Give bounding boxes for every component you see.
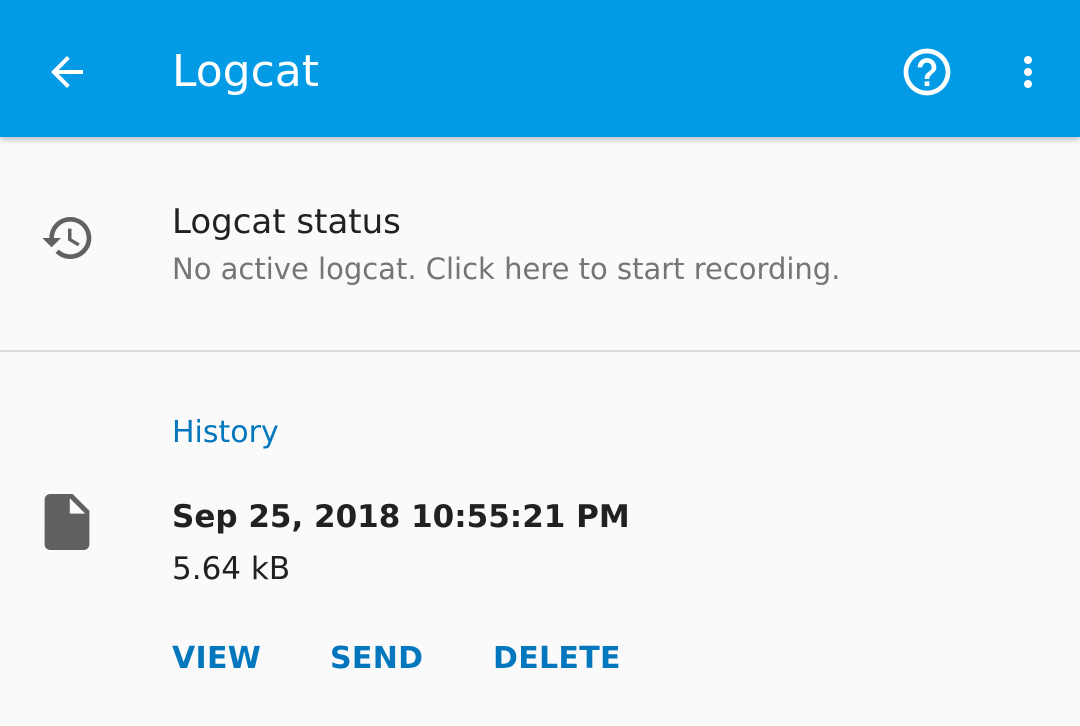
status-title: Logcat status <box>172 202 401 242</box>
logcat-status-row[interactable]: Logcat status No active logcat. Click he… <box>0 138 1080 350</box>
file-icon <box>44 494 90 550</box>
history-item-date: Sep 25, 2018 10:55:21 PM <box>172 499 630 535</box>
back-button[interactable] <box>35 40 99 104</box>
history-header: History <box>172 415 279 450</box>
overflow-menu-button[interactable] <box>1000 40 1056 104</box>
send-button[interactable]: SEND <box>330 636 423 682</box>
more-vert-icon <box>1024 56 1032 88</box>
view-button[interactable]: VIEW <box>172 636 261 682</box>
history-item-size: 5.64 kB <box>172 551 291 587</box>
delete-button[interactable]: DELETE <box>493 636 621 682</box>
arrow-back-icon <box>51 56 83 88</box>
help-button[interactable] <box>895 40 959 104</box>
help-circle-icon <box>903 48 951 96</box>
divider <box>0 350 1080 352</box>
app-bar: Logcat <box>0 0 1080 137</box>
page-title: Logcat <box>172 46 319 97</box>
history-icon <box>42 217 92 259</box>
status-subtitle: No active logcat. Click here to start re… <box>172 252 841 286</box>
